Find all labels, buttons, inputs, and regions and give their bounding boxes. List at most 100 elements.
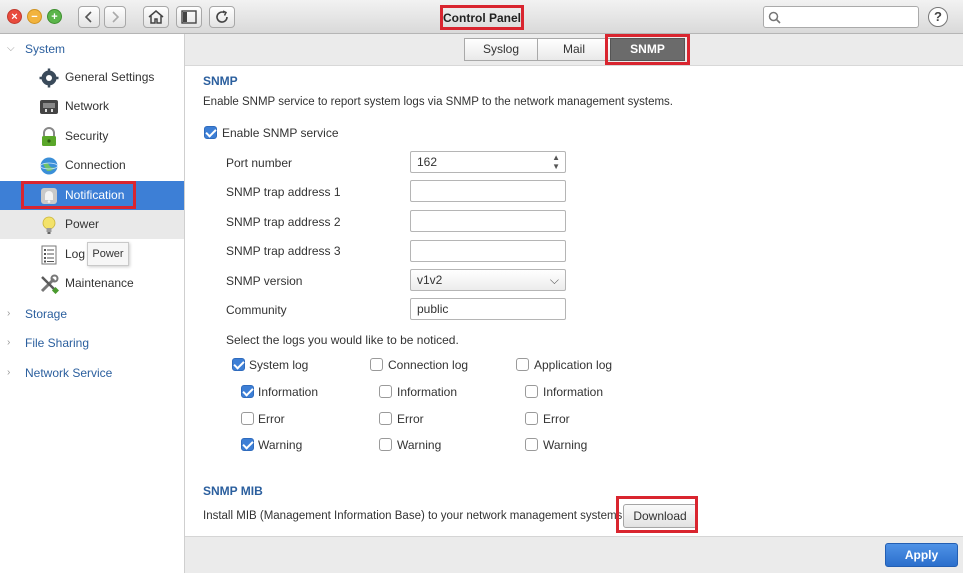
trap-address-2-field[interactable] <box>410 210 566 232</box>
snmp-version-label: SNMP version <box>226 274 303 288</box>
sidebar-item-connection[interactable]: Connection <box>0 151 184 180</box>
search-icon <box>768 11 781 24</box>
network-icon <box>40 100 58 114</box>
section-label: System <box>25 42 66 56</box>
system-log-label: System log <box>249 358 309 372</box>
sidebar-item-label: Security <box>65 129 109 143</box>
tab-snmp[interactable]: SNMP <box>610 38 685 61</box>
maximize-window-button[interactable]: + <box>47 9 62 24</box>
trap-address-3-label: SNMP trap address 3 <box>226 244 341 258</box>
window-title: Control Panel <box>440 5 524 30</box>
close-window-button[interactable]: × <box>7 9 22 24</box>
port-number-stepper[interactable]: 162 ▲ ▼ <box>410 151 566 173</box>
log-icon <box>41 245 57 265</box>
sidebar-item-label: General Settings <box>65 70 155 84</box>
home-icon <box>148 10 164 24</box>
tab-syslog[interactable]: Syslog <box>464 38 538 61</box>
trap-address-2-label: SNMP trap address 2 <box>226 215 341 229</box>
main-panel: Syslog Mail SNMP SNMP Enable SNMP servic… <box>185 34 963 573</box>
snmp-version-select[interactable]: v1v2 ⌵ <box>410 269 566 291</box>
connection-log-error-label: Error <box>397 412 424 426</box>
chevron-right-icon <box>112 11 120 23</box>
trap-address-1-label: SNMP trap address 1 <box>226 185 341 199</box>
snmp-mib-heading: SNMP MIB <box>203 484 263 498</box>
lock-icon <box>42 127 56 146</box>
section-label: Storage <box>25 307 68 321</box>
sidebar-item-power[interactable]: Power <box>0 210 184 239</box>
sidebar-item-security[interactable]: Security <box>0 122 184 151</box>
tab-strip: Syslog Mail SNMP <box>185 34 963 66</box>
refresh-button[interactable] <box>209 6 235 28</box>
snmp-version-value: v1v2 <box>417 273 443 287</box>
snmp-mib-description: Install MIB (Management Information Base… <box>203 510 626 522</box>
trap-address-3-field[interactable] <box>410 240 566 262</box>
sidebar-section-network-service[interactable]: › Network Service <box>0 363 185 385</box>
sidebar-section-system[interactable]: ⌵ System <box>0 39 185 61</box>
sidebar-item-maintenance[interactable]: Maintenance <box>0 269 184 298</box>
home-button[interactable] <box>143 6 169 28</box>
application-log-error-checkbox[interactable] <box>525 412 538 425</box>
port-number-label: Port number <box>226 156 293 170</box>
system-log-warning-checkbox[interactable] <box>241 438 254 451</box>
back-button[interactable] <box>78 6 100 28</box>
connection-log-information-label: Information <box>397 385 458 399</box>
apply-button[interactable]: Apply <box>885 543 958 567</box>
sidebar-item-label: Power <box>65 217 100 231</box>
connection-log-warning-checkbox[interactable] <box>379 438 392 451</box>
application-log-warning-checkbox[interactable] <box>525 438 538 451</box>
sidebar-item-label: Notification <box>65 188 125 202</box>
gear-icon <box>39 68 59 88</box>
connection-log-warning-label: Warning <box>397 438 442 452</box>
sidebar-toggle-button[interactable] <box>176 6 202 28</box>
enable-snmp-checkbox[interactable] <box>204 126 217 139</box>
search-input[interactable] <box>763 6 919 28</box>
logs-prompt: Select the logs you would like to be not… <box>226 333 459 347</box>
snmp-description: Enable SNMP service to report system log… <box>203 96 673 108</box>
globe-icon <box>40 157 58 175</box>
system-log-warning-label: Warning <box>258 438 303 452</box>
download-button[interactable]: Download <box>623 504 697 528</box>
minimize-window-button[interactable]: − <box>27 9 42 24</box>
chevron-right-icon: › <box>7 367 11 378</box>
community-label: Community <box>226 303 287 317</box>
sidebar-item-label: Maintenance <box>65 276 134 290</box>
snmp-heading: SNMP <box>203 74 238 88</box>
title-bar: × − + Control Panel ? <box>0 0 963 34</box>
system-log-error-checkbox[interactable] <box>241 412 254 425</box>
section-label: File Sharing <box>25 336 90 350</box>
connection-log-label: Connection log <box>388 358 469 372</box>
application-log-information-checkbox[interactable] <box>525 385 538 398</box>
chevron-down-icon: ⌵ <box>7 43 15 54</box>
section-label: Network Service <box>25 366 113 380</box>
sidebar: ⌵ System General Settings Network Securi… <box>0 34 185 573</box>
sidebar-section-file-sharing[interactable]: › File Sharing <box>0 333 185 355</box>
chevron-right-icon: › <box>7 337 11 348</box>
system-log-information-checkbox[interactable] <box>241 385 254 398</box>
trap-address-1-field[interactable] <box>410 180 566 202</box>
sidebar-section-storage[interactable]: › Storage <box>0 304 185 326</box>
sidebar-item-notification[interactable]: Notification <box>0 181 184 210</box>
bell-icon <box>41 188 57 204</box>
tab-mail[interactable]: Mail <box>537 38 611 61</box>
help-button[interactable]: ? <box>928 7 948 27</box>
application-log-warning-label: Warning <box>543 438 588 452</box>
footer-bar: Apply <box>185 536 963 573</box>
application-log-checkbox[interactable] <box>516 358 529 371</box>
sidebar-item-network[interactable]: Network <box>0 92 184 121</box>
community-field[interactable]: public <box>410 298 566 320</box>
chevron-left-icon <box>84 11 92 23</box>
connection-log-checkbox[interactable] <box>370 358 383 371</box>
stepper-arrows-icon[interactable]: ▲ ▼ <box>552 153 560 171</box>
connection-log-error-checkbox[interactable] <box>379 412 392 425</box>
sidebar-icon <box>181 10 197 24</box>
power-tooltip: Power <box>87 242 129 266</box>
forward-button[interactable] <box>104 6 126 28</box>
sidebar-item-label: Log <box>65 247 86 261</box>
sidebar-item-general-settings[interactable]: General Settings <box>0 63 184 92</box>
application-log-error-label: Error <box>543 412 570 426</box>
port-number-value: 162 <box>417 155 438 169</box>
system-log-checkbox[interactable] <box>232 358 245 371</box>
connection-log-information-checkbox[interactable] <box>379 385 392 398</box>
application-log-information-label: Information <box>543 385 604 399</box>
lightbulb-icon <box>42 216 56 234</box>
